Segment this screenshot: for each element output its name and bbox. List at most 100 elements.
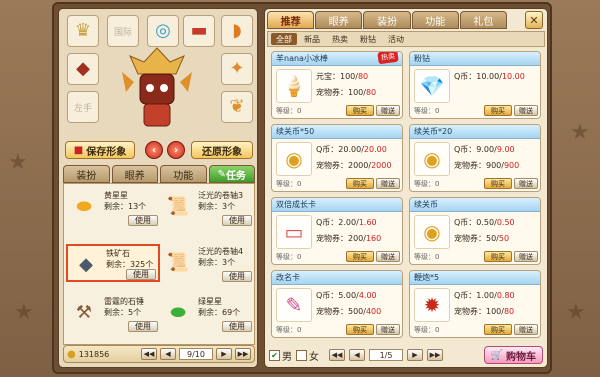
coupon-line: 宠物券：100/80 bbox=[454, 306, 514, 317]
buy-button[interactable]: 购买 bbox=[484, 178, 512, 189]
product-card[interactable]: 粉钻 💎 Q币：10.00/10.00 等级：0 购买 赠送 bbox=[409, 51, 541, 119]
list-item[interactable]: 📜 泛光的卷轴4 剩余：3个 使用 bbox=[160, 244, 254, 282]
product-card[interactable]: 续关币*20 ◉ Q币：9.00/9.00 宠物券：900/900 等级：0 购买 赠送 bbox=[409, 124, 541, 192]
list-item[interactable]: ⬬ 绿星星 剩余：69个 使用 bbox=[160, 294, 254, 332]
gift-button[interactable]: 赠送 bbox=[376, 178, 400, 189]
character-panel: ♛ 国际 ◎ ▬ ◗ ◆ ✦ 左手 ❦ ■ 保存形象 ‹ › 还原形象 装扮 眼… bbox=[58, 8, 258, 368]
rotate-right-button[interactable]: › bbox=[167, 141, 185, 159]
subtab-all[interactable]: 全部 bbox=[271, 33, 297, 45]
slot-feet[interactable]: ◗ bbox=[221, 15, 253, 47]
product-card[interactable]: 羊nana小冰棒 热卖 🍦 元宝：100/80 宠物券：100/80 等级：0 购买 赠送 bbox=[271, 51, 403, 119]
tab-task[interactable]: ✎ 任务 bbox=[208, 165, 255, 183]
subtab-event[interactable]: 活动 bbox=[383, 33, 409, 45]
product-card[interactable]: 鞭炮*5 ✹ Q币：1.00/0.80 宠物券：100/80 等级：0 购买 赠送 bbox=[409, 270, 541, 338]
buy-button[interactable]: 购买 bbox=[346, 324, 374, 335]
cart-button[interactable]: 🛒 购物车 bbox=[483, 346, 543, 364]
buy-button[interactable]: 购买 bbox=[484, 105, 512, 116]
subtab-new[interactable]: 新品 bbox=[299, 33, 325, 45]
item-name: 泛光的卷轴4 bbox=[198, 247, 244, 256]
price-discount: 10.00 bbox=[501, 72, 525, 81]
list-item[interactable]: ◆ 铁矿石 剩余：325个 使用 bbox=[66, 244, 160, 282]
coin-icon: ◉ bbox=[276, 142, 312, 176]
female-filter[interactable]: 女 bbox=[296, 348, 319, 363]
last-page-button[interactable]: ▶▶ bbox=[235, 348, 251, 360]
restore-look-button[interactable]: 还原形象 bbox=[191, 141, 253, 159]
use-button[interactable]: 使用 bbox=[222, 321, 252, 332]
slot-back[interactable]: ◆ bbox=[67, 53, 99, 85]
use-button[interactable]: 使用 bbox=[128, 321, 158, 332]
price-line: Q币：5.00/4.00 bbox=[316, 290, 377, 301]
price-original: 0.50/ bbox=[476, 218, 497, 227]
subtab-hot[interactable]: 热卖 bbox=[327, 33, 353, 45]
item-count: 剩余：13个 bbox=[104, 202, 147, 211]
save-look-button[interactable]: ■ 保存形象 bbox=[65, 141, 135, 159]
rename-card-icon: ✎ bbox=[276, 288, 312, 322]
first-page-button[interactable]: ◀◀ bbox=[329, 349, 345, 361]
scroll-icon: 📜 bbox=[166, 251, 190, 273]
gift-button[interactable]: 赠送 bbox=[376, 251, 400, 262]
save-look-label: 保存形象 bbox=[86, 146, 127, 158]
gift-button[interactable]: 赠送 bbox=[514, 105, 538, 116]
tab-gift[interactable]: 礼包 bbox=[459, 11, 508, 29]
gold-amount: 131856 bbox=[78, 349, 110, 359]
shop-tabs: 推荐 眼养 装扮 功能 礼包 bbox=[267, 11, 508, 29]
next-page-button[interactable]: ▶ bbox=[407, 349, 423, 361]
male-checkbox-icon[interactable]: ✔ bbox=[269, 349, 280, 361]
close-button[interactable]: ✕ bbox=[525, 11, 543, 29]
use-button[interactable]: 使用 bbox=[222, 215, 252, 226]
price-currency: Q币： bbox=[454, 291, 477, 300]
tab-raise[interactable]: 眼养 bbox=[315, 11, 363, 29]
tab-raise-label: 眼养 bbox=[328, 16, 349, 28]
tab-dress[interactable]: 装扮 bbox=[63, 165, 110, 183]
tab-recommend[interactable]: 推荐 bbox=[267, 11, 315, 29]
buy-button[interactable]: 购买 bbox=[346, 178, 374, 189]
subtab-pink-diamond[interactable]: 粉钻 bbox=[355, 33, 381, 45]
first-page-button[interactable]: ◀◀ bbox=[141, 348, 157, 360]
coupon-line: 宠物券：2000/2000 bbox=[316, 160, 391, 171]
product-card[interactable]: 双倍成长卡 ▭ Q币：2.00/1.60 宠物券：200/160 等级：0 购买 赠送 bbox=[271, 197, 403, 265]
tab-function[interactable]: 功能 bbox=[160, 165, 207, 183]
slot-hand[interactable]: 左手 bbox=[67, 91, 99, 123]
buy-button[interactable]: 购买 bbox=[346, 105, 374, 116]
slot-head[interactable]: ♛ bbox=[67, 15, 99, 47]
buy-button[interactable]: 购买 bbox=[484, 324, 512, 335]
last-page-button[interactable]: ▶▶ bbox=[427, 349, 443, 361]
list-item[interactable]: 📜 泛光的卷轴3 剩余：3个 使用 bbox=[160, 188, 254, 226]
use-button[interactable]: 使用 bbox=[126, 269, 156, 280]
slot-face[interactable]: ✦ bbox=[221, 53, 253, 85]
gift-button[interactable]: 赠送 bbox=[514, 324, 538, 335]
gift-button[interactable]: 赠送 bbox=[376, 105, 400, 116]
tab-dress[interactable]: 装扮 bbox=[363, 11, 411, 29]
gift-button[interactable]: 赠送 bbox=[376, 324, 400, 335]
gift-button[interactable]: 赠送 bbox=[514, 178, 538, 189]
product-grid: 羊nana小冰棒 热卖 🍦 元宝：100/80 宠物券：100/80 等级：0 购买 赠送 粉钻… bbox=[271, 51, 543, 343]
prev-page-button[interactable]: ◀ bbox=[349, 349, 365, 361]
next-page-button[interactable]: ▶ bbox=[216, 348, 232, 360]
buy-button[interactable]: 购买 bbox=[484, 251, 512, 262]
list-item[interactable]: ⬬ 黄星星 剩余：13个 使用 bbox=[66, 188, 160, 226]
game-screen: ★ ★ ★ ★ ♛ 国际 ◎ ▬ ◗ ◆ ✦ 左手 ❦ ■ 保存形象 ‹ › 还… bbox=[0, 0, 600, 377]
product-title: 双倍成长卡 bbox=[272, 198, 402, 212]
item-name: 绿星星 bbox=[198, 297, 222, 306]
product-card[interactable]: 改名卡 ✎ Q币：5.00/4.00 宠物券：500/400 等级：0 购买 赠送 bbox=[271, 270, 403, 338]
price-discount: 80 bbox=[357, 72, 369, 81]
list-item[interactable]: ⚒ 雷霆的石锤 剩余：5个 使用 bbox=[66, 294, 160, 332]
use-button[interactable]: 使用 bbox=[222, 271, 252, 282]
female-checkbox-icon[interactable] bbox=[296, 349, 307, 361]
product-title: 续关币 bbox=[410, 198, 540, 212]
rotate-left-button[interactable]: ‹ bbox=[145, 141, 163, 159]
buy-button[interactable]: 购买 bbox=[346, 251, 374, 262]
use-button[interactable]: 使用 bbox=[128, 215, 158, 226]
gift-button[interactable]: 赠送 bbox=[514, 251, 538, 262]
slot-wing[interactable]: ❦ bbox=[221, 91, 253, 123]
tab-function[interactable]: 功能 bbox=[411, 11, 459, 29]
price-currency: Q币： bbox=[454, 218, 477, 227]
prev-page-button[interactable]: ◀ bbox=[160, 348, 176, 360]
inventory-tabs: 装扮 眼养 功能 ✎ 任务 bbox=[63, 165, 255, 183]
coupon-original: 100/ bbox=[348, 88, 366, 97]
male-filter[interactable]: ✔ 男 bbox=[269, 348, 292, 363]
product-card[interactable]: 续关币 ◉ Q币：0.50/0.50 宠物券：50/50 等级：0 购买 赠送 bbox=[409, 197, 541, 265]
product-card[interactable]: 续关币*50 ◉ Q币：20.00/20.00 宠物券：2000/2000 等级：0 购买… bbox=[271, 124, 403, 192]
price-line: Q币：10.00/10.00 bbox=[454, 71, 525, 82]
tab-raise[interactable]: 眼养 bbox=[111, 165, 158, 183]
